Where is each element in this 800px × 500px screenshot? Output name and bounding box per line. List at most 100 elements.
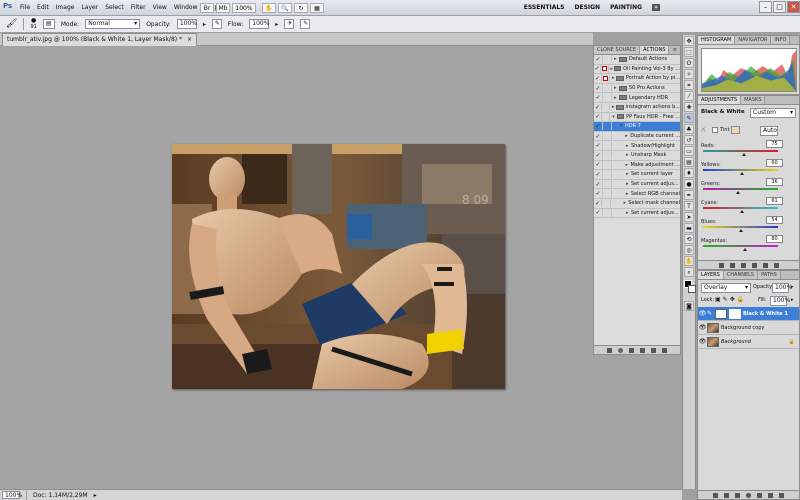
- opacity-input[interactable]: 100%: [176, 19, 197, 29]
- quick-mask-icon[interactable]: ◙: [684, 301, 694, 311]
- crop-tool-icon[interactable]: ⌗: [684, 80, 694, 90]
- action-row[interactable]: ✓ ▸ Duplicate current ...: [594, 132, 680, 142]
- blur-tool-icon[interactable]: ♦: [684, 168, 694, 178]
- slider-value-input[interactable]: 80: [766, 235, 783, 243]
- layer-thumb[interactable]: [707, 336, 719, 347]
- rotate-view-icon[interactable]: ↻: [294, 3, 308, 13]
- action-row[interactable]: ✓ ▸ Select RGB channel: [594, 189, 680, 199]
- dialog-toggle-icon[interactable]: [601, 64, 609, 73]
- brush-preset-picker[interactable]: ● 91: [30, 18, 36, 31]
- mini-bridge-icon[interactable]: Mb: [216, 3, 230, 13]
- layer-thumb[interactable]: [707, 322, 719, 333]
- workspace-more-button[interactable]: »: [652, 4, 660, 11]
- tab-channels[interactable]: CHANNELS: [723, 271, 759, 279]
- tab-histogram[interactable]: HISTOGRAM: [698, 36, 736, 44]
- toggle-checkmark-icon[interactable]: ✓: [594, 103, 603, 112]
- toggle-checkmark-icon[interactable]: ✓: [594, 64, 602, 73]
- workspace-design[interactable]: DESIGN: [575, 4, 601, 11]
- toggle-checkmark-icon[interactable]: ✓: [594, 141, 603, 150]
- dialog-toggle-icon[interactable]: [602, 112, 611, 121]
- dialog-toggle-icon[interactable]: [603, 180, 612, 189]
- layer-row[interactable]: 👁 ✎ Black & White 1: [698, 307, 799, 321]
- trash-icon[interactable]: [662, 347, 667, 353]
- play-icon[interactable]: [629, 347, 634, 353]
- toggle-checkmark-icon[interactable]: ✓: [594, 208, 603, 217]
- dialog-toggle-icon[interactable]: [603, 132, 612, 141]
- bridge-icon[interactable]: Br: [200, 3, 214, 13]
- layer-mask-thumb[interactable]: [729, 308, 741, 319]
- adjustment-layer-icon[interactable]: [746, 492, 751, 498]
- tint-swatch[interactable]: [731, 126, 740, 134]
- close-tab-icon[interactable]: ×: [187, 36, 192, 43]
- menu-file[interactable]: File: [20, 4, 30, 11]
- chevron-down-icon[interactable]: ▸: [275, 21, 278, 28]
- zoom-level[interactable]: 100%: [232, 3, 256, 13]
- tab-clone-source[interactable]: CLONE SOURCE: [594, 46, 641, 54]
- slider-knob[interactable]: [740, 172, 744, 175]
- slider-track[interactable]: [703, 226, 778, 228]
- slider-value-input[interactable]: 54: [766, 216, 783, 224]
- dialog-toggle-icon[interactable]: [603, 189, 612, 198]
- pressure-opacity-icon[interactable]: ✎: [211, 19, 222, 29]
- toggle-checkmark-icon[interactable]: ✓: [594, 160, 603, 169]
- toggle-checkmark-icon[interactable]: ✓: [594, 84, 603, 93]
- history-brush-icon[interactable]: ↺: [684, 135, 694, 145]
- action-row[interactable]: ✓ ▸ Set current layer: [594, 170, 680, 180]
- action-row[interactable]: ✓ ▸ Oil Painting Vol-3 By ...: [594, 64, 680, 75]
- toggle-checkmark-icon[interactable]: ✓: [594, 189, 603, 198]
- slider-value-input[interactable]: 61: [766, 197, 783, 205]
- healing-brush-icon[interactable]: ✚: [684, 102, 694, 112]
- maximize-button[interactable]: □: [773, 1, 786, 13]
- fx-icon[interactable]: [724, 492, 729, 498]
- dialog-toggle-icon[interactable]: [603, 84, 612, 93]
- tint-checkbox[interactable]: [712, 127, 718, 133]
- toggle-checkmark-icon[interactable]: ✓: [594, 199, 603, 208]
- tab-actions[interactable]: ACTIONS: [640, 46, 670, 54]
- action-row[interactable]: ✓ ▸ Set current adjus...: [594, 208, 680, 219]
- color-swatches[interactable]: [683, 280, 696, 300]
- menu-image[interactable]: Image: [56, 4, 75, 11]
- chevron-down-icon[interactable]: ▸: [203, 21, 206, 28]
- menu-filter[interactable]: Filter: [131, 4, 146, 11]
- flow-input[interactable]: 100%: [249, 19, 269, 29]
- toggle-checkmark-icon[interactable]: ✓: [594, 55, 603, 64]
- panel-menu-icon[interactable]: ≡: [670, 46, 680, 54]
- action-row[interactable]: ✓ ▸ Legendary HDR: [594, 93, 680, 103]
- trash-icon[interactable]: [779, 492, 784, 498]
- record-icon[interactable]: [618, 347, 623, 353]
- dialog-toggle-icon[interactable]: [603, 208, 612, 217]
- tab-masks[interactable]: MASKS: [741, 96, 766, 104]
- action-row[interactable]: ✓ ▸ Default Actions: [594, 55, 680, 65]
- dialog-toggle-icon[interactable]: [602, 199, 611, 208]
- dialog-toggle-icon[interactable]: [602, 103, 611, 112]
- fill-input[interactable]: 100%: [770, 296, 790, 306]
- menu-edit[interactable]: Edit: [37, 4, 49, 11]
- adjustment-layer-thumb[interactable]: [715, 308, 727, 319]
- layer-opacity-input[interactable]: 100%: [772, 283, 792, 293]
- slider-value-input[interactable]: 36: [766, 178, 783, 186]
- layer-row[interactable]: 👁 Background 🔒: [698, 335, 799, 349]
- zoom-icon[interactable]: 🔍: [278, 3, 292, 13]
- arrange-documents-icon[interactable]: ▦: [310, 3, 324, 13]
- clip-icon[interactable]: [729, 262, 735, 268]
- 3d-camera-icon[interactable]: ◎: [684, 245, 694, 255]
- toggle-checkmark-icon[interactable]: ✓: [594, 180, 603, 189]
- new-set-icon[interactable]: [640, 347, 645, 353]
- pen-tool-icon[interactable]: ✒: [684, 190, 694, 200]
- action-row[interactable]: ✓ ▸ 50 Pro Actions: [594, 84, 680, 94]
- dialog-toggle-icon[interactable]: [602, 74, 611, 83]
- brush-tool-icon[interactable]: 🖌: [6, 19, 17, 29]
- menu-layer[interactable]: Layer: [81, 4, 98, 11]
- toggle-checkmark-icon[interactable]: ✓: [594, 74, 603, 83]
- dialog-toggle-icon[interactable]: [603, 151, 612, 160]
- dialog-toggle-icon[interactable]: [603, 160, 612, 169]
- background-color[interactable]: [688, 285, 696, 293]
- tab-paths[interactable]: PATHS: [758, 271, 781, 279]
- brush-panel-icon[interactable]: ▤: [42, 19, 55, 29]
- dialog-toggle-icon[interactable]: [603, 122, 612, 131]
- new-action-icon[interactable]: [651, 347, 656, 353]
- previous-state-icon[interactable]: [751, 262, 757, 268]
- trash-icon[interactable]: [773, 262, 779, 268]
- pressure-size-icon[interactable]: ✎: [300, 19, 311, 29]
- hand-tool-icon[interactable]: ✋: [262, 3, 276, 13]
